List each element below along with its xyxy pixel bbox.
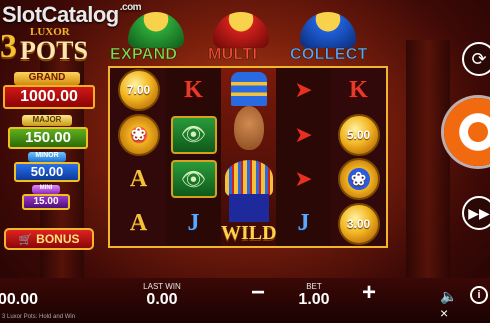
- major-jackpot-label: MAJOR: [22, 115, 72, 126]
- autoplay-button[interactable]: ⟳: [462, 42, 490, 76]
- info-button[interactable]: i: [470, 286, 488, 304]
- bet-increase-button[interactable]: +: [358, 281, 380, 305]
- letter-symbol-j: J: [187, 210, 200, 237]
- letter-symbol-j: J: [297, 210, 310, 237]
- letter-symbol-k: K: [184, 76, 203, 103]
- feather-icon: ➤: [294, 77, 313, 103]
- last-win-label: LAST WIN: [143, 282, 181, 291]
- reel-cell: 👁: [166, 157, 221, 202]
- reel-cell: K: [331, 68, 386, 113]
- game-logo: 3 LUXOR POTS: [0, 26, 88, 65]
- reel-cell: 7.00: [111, 68, 166, 113]
- reel-cell: ❀: [111, 113, 166, 158]
- coin-symbol: 7.00: [117, 69, 160, 112]
- turbo-icon: ▶▶: [468, 204, 490, 221]
- bonus-button-label: BONUS: [36, 232, 80, 246]
- balance-value: 00.00: [0, 291, 39, 308]
- bet-value: 1.00: [298, 291, 330, 308]
- bet-label: BET: [306, 282, 322, 291]
- reel-cell: ➤: [276, 157, 331, 202]
- crown-icon: [231, 72, 267, 106]
- reel-4: ➤ ➤ ➤ J: [276, 68, 331, 246]
- wild-label: WILD: [221, 222, 277, 244]
- reel-cell: J: [166, 202, 221, 247]
- reel-grid: 7.00 ❀ A A K 👁 👁 J WILD ➤ ➤ ➤ J K 5.00 ❀ 3.00: [108, 66, 388, 248]
- letter-symbol-a: A: [129, 165, 148, 192]
- grand-jackpot-label: GRAND: [14, 72, 80, 85]
- reel-cell: ➤: [276, 113, 331, 158]
- letter-symbol-k: K: [349, 76, 368, 103]
- bet-decrease-button[interactable]: −: [248, 281, 268, 305]
- right-pillar: [406, 40, 450, 280]
- reel-cell: 👁: [166, 113, 221, 158]
- turbo-button[interactable]: ▶▶: [462, 196, 490, 230]
- multi-label: MULTI: [208, 46, 258, 64]
- watermark: SlotCatalog.com: [2, 2, 142, 27]
- mini-jackpot-label: MINI: [32, 185, 60, 194]
- reel-1: 7.00 ❀ A A: [111, 68, 166, 246]
- reel-cell: K: [166, 68, 221, 113]
- cart-icon: 🛒: [18, 233, 33, 246]
- reel-cell: J: [276, 202, 331, 247]
- wild-symbol: WILD: [221, 68, 277, 246]
- minor-jackpot-label: MINOR: [28, 152, 66, 162]
- minor-jackpot-value: 50.00: [14, 162, 80, 182]
- eye-of-horus-icon: 👁: [170, 160, 217, 199]
- red-scarab-icon: ❀: [117, 113, 160, 156]
- reel-cell: ➤: [276, 68, 331, 113]
- reel-3: WILD: [221, 68, 277, 246]
- last-win-value: 0.00: [146, 291, 178, 308]
- coin-symbol: 5.00: [337, 113, 380, 156]
- feather-icon: ➤: [294, 166, 313, 192]
- coin-symbol: 3.00: [337, 202, 380, 245]
- reel-2: K 👁 👁 J: [166, 68, 221, 246]
- reel-cell: A: [111, 202, 166, 247]
- collar-icon: [225, 160, 273, 196]
- game-title-footer: 3 Luxor Pots: Hold and Win: [2, 314, 76, 320]
- bonus-button[interactable]: 🛒 BONUS: [4, 228, 94, 250]
- reel-cell: ❀: [331, 157, 386, 202]
- blue-scarab-icon: ❀: [337, 158, 380, 201]
- face-icon: [234, 106, 264, 150]
- grand-jackpot-value: 1000.00: [3, 85, 95, 109]
- robe-icon: [229, 194, 269, 222]
- sound-button[interactable]: 🔈×: [440, 288, 460, 321]
- reel-cell: A: [111, 157, 166, 202]
- major-jackpot-value: 150.00: [8, 127, 88, 149]
- feather-icon: ➤: [294, 121, 313, 147]
- expand-label: EXPAND: [110, 46, 178, 64]
- letter-symbol-a: A: [129, 210, 148, 237]
- reel-cell: 3.00: [331, 202, 386, 247]
- autoplay-icon: ⟳: [471, 48, 487, 69]
- reel-5: K 5.00 ❀ 3.00: [331, 68, 386, 246]
- reel-cell: 5.00: [331, 113, 386, 158]
- eye-of-horus-icon: 👁: [170, 115, 217, 154]
- mini-jackpot-value: 15.00: [22, 194, 70, 210]
- collect-label: COLLECT: [290, 46, 368, 64]
